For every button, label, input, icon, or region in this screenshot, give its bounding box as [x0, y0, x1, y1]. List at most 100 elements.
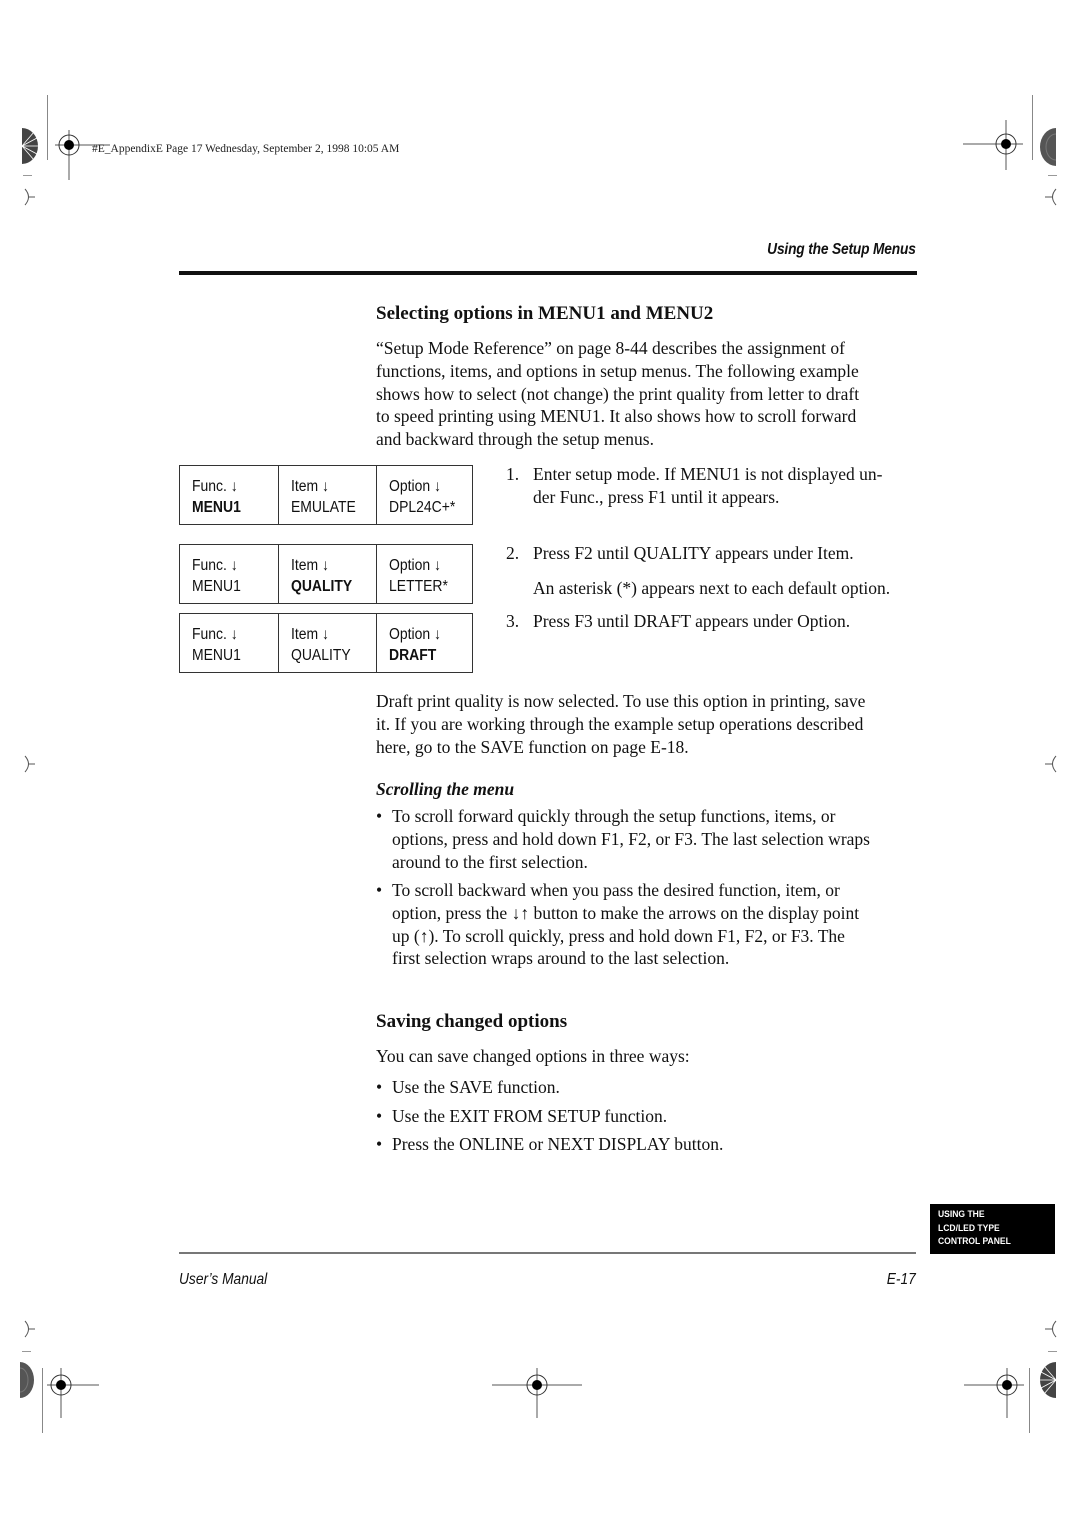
chapter-tab: USING THE LCD/LED TYPE CONTROL PANEL: [930, 1204, 1055, 1254]
crop-arc-icon: [22, 1320, 36, 1343]
text-line: options, press and hold down F1, F2, or …: [392, 828, 870, 849]
lcd-display-example-3: Func. ↓ MENU1 Item ↓ QUALITY Option ↓ DRAFT: [179, 613, 473, 673]
text-line: “Setup Mode Reference” on page 8-44 desc…: [376, 338, 845, 358]
text-line: around to the first selection.: [392, 851, 588, 872]
registration-mark-top-left: [55, 130, 115, 180]
lcd-item-value: QUALITY: [291, 578, 353, 595]
crop-arc-icon: [1045, 1320, 1059, 1343]
lcd-option-value: DRAFT: [389, 647, 437, 664]
lcd-item-label: Item ↓: [291, 478, 329, 495]
text-line: To scroll forward quickly through the se…: [392, 806, 836, 826]
text-line: Enter setup mode. If MENU1 is not displa…: [533, 464, 883, 484]
lcd-item-value: QUALITY: [291, 647, 351, 664]
bullet-item: • Use the EXIT FROM SETUP function.: [376, 1102, 921, 1131]
crop-line: [1032, 95, 1033, 160]
step-note: An asterisk (*) appears next to each def…: [533, 577, 891, 598]
crop-tick: [1048, 175, 1057, 176]
lcd-func-label: Func. ↓: [192, 478, 238, 495]
section-heading-saving-changed-options: Saving changed options: [376, 1011, 568, 1032]
lcd-func-value: MENU1: [192, 499, 241, 516]
text-line: Press F2 until QUALITY appears under Ite…: [533, 543, 854, 563]
footer-manual-title: User’s Manual: [179, 1271, 268, 1288]
lcd-option-label: Option ↓: [389, 478, 441, 495]
step-1: 1. Enter setup mode. If MENU1 is not dis…: [506, 463, 926, 509]
lcd-option-label: Option ↓: [389, 557, 441, 574]
lcd-option-cell: Option ↓ DRAFT: [376, 614, 472, 672]
step-number: 2.: [506, 543, 520, 563]
bullet-item: • To scroll forward quickly through the …: [376, 805, 921, 873]
color-bar-bottom-left-icon: [19, 1362, 34, 1403]
saving-intro: You can save changed options in three wa…: [376, 1046, 690, 1066]
text-line: To scroll backward when you pass the des…: [392, 880, 840, 900]
crop-tick: [23, 175, 32, 176]
text-line: functions, items, and options in setup m…: [376, 360, 859, 381]
subheading-scrolling-the-menu: Scrolling the menu: [376, 779, 515, 799]
lcd-option-value: DPL24C+*: [389, 499, 456, 516]
tab-line: USING THE: [938, 1209, 985, 1220]
lcd-func-value: MENU1: [192, 578, 241, 595]
registration-mark-bottom-right: [964, 1368, 1034, 1418]
draft-paragraph: Draft print quality is now selected. To …: [376, 690, 921, 758]
text-line: shows how to select (not change) the pri…: [376, 383, 860, 404]
lcd-display-example-1: Func. ↓ MENU1 Item ↓ EMULATE Option ↓ DPL24…: [179, 465, 473, 525]
lcd-item-value: EMULATE: [291, 499, 356, 516]
text-line: and backward through the setup menus.: [376, 429, 654, 450]
text-line: to speed printing using MENU1. It also s…: [376, 406, 857, 427]
step-text: Press F2 until QUALITY appears under Ite…: [533, 542, 923, 599]
lcd-item-label: Item ↓: [291, 626, 329, 643]
bullet-text: Use the EXIT FROM SETUP function.: [392, 1105, 668, 1126]
text-line: Draft print quality is now selected. To …: [376, 691, 866, 711]
lcd-func-cell: Func. ↓ MENU1: [180, 466, 278, 524]
lcd-item-cell: Item ↓ QUALITY: [278, 614, 376, 672]
lcd-display-example-2: Func. ↓ MENU1 Item ↓ QUALITY Option ↓ LETTE…: [179, 544, 473, 604]
scrolling-bullet-1: • To scroll forward quickly through the …: [376, 805, 921, 873]
lcd-option-cell: Option ↓ LETTER*: [376, 545, 472, 603]
crop-line: [47, 95, 48, 160]
bullet-text: Press the ONLINE or NEXT DISPLAY button.: [392, 1134, 724, 1154]
bullet-icon: •: [376, 880, 383, 900]
step-2: 2. Press F2 until QUALITY appears under …: [506, 542, 926, 602]
step-3: 3. Press F3 until DRAFT appears under Op…: [506, 610, 926, 634]
tab-line: CONTROL PANEL: [938, 1236, 1011, 1247]
intro-paragraph: “Setup Mode Reference” on page 8-44 desc…: [376, 337, 921, 451]
bullet-text: Use the SAVE function.: [392, 1077, 560, 1097]
lcd-item-cell: Item ↓ EMULATE: [278, 466, 376, 524]
tab-line: LCD/LED TYPE: [938, 1222, 1000, 1234]
saving-bullets: • Use the SAVE function. • Use the EXIT FR…: [376, 1073, 921, 1159]
text-line: Press F3 until DRAFT appears under Optio…: [533, 611, 851, 631]
registration-mark-bottom-left: [47, 1368, 102, 1418]
bullet-icon: •: [376, 1134, 383, 1154]
step-text: Enter setup mode. If MENU1 is not displa…: [533, 463, 923, 508]
step-number: 1.: [506, 464, 520, 484]
color-bar-bottom-right-icon: [1040, 1362, 1057, 1403]
lcd-item-label: Item ↓: [291, 557, 329, 574]
text-line: first selection wraps around to the last…: [392, 948, 730, 969]
crop-line: [1029, 1368, 1030, 1433]
lcd-func-cell: Func. ↓ MENU1: [180, 614, 278, 672]
text-line: der Func., press F1 until it appears.: [533, 486, 780, 507]
lcd-option-value: LETTER*: [389, 578, 448, 595]
crop-arc-icon: [22, 188, 36, 211]
scrolling-bullet-2: • To scroll backward when you pass the d…: [376, 879, 921, 970]
bullet-icon: •: [376, 1077, 383, 1097]
bullet-item: • Use the SAVE function.: [376, 1073, 921, 1102]
text-line: option, press the ↓↑ button to make the …: [392, 902, 860, 923]
text-line: here, go to the SAVE function on page E-…: [376, 736, 689, 757]
crop-line: [42, 1368, 43, 1433]
crop-tick: [22, 1351, 31, 1352]
lcd-option-label: Option ↓: [389, 626, 441, 643]
page-number: E-17: [886, 1271, 916, 1288]
bullet-item: • To scroll backward when you pass the d…: [376, 879, 921, 970]
crop-arc-icon: [1045, 755, 1059, 778]
color-bar-top-right-icon: [1040, 128, 1057, 171]
lcd-option-cell: Option ↓ DPL24C+*: [376, 466, 472, 524]
color-bar-top-left-icon: [21, 128, 38, 169]
lcd-func-value: MENU1: [192, 647, 241, 664]
print-stamp: #E_AppendixE Page 17 Wednesday, Septembe…: [92, 143, 400, 155]
section-heading-selecting-options: Selecting options in MENU1 and MENU2: [376, 303, 714, 324]
step-text: Press F3 until DRAFT appears under Optio…: [533, 610, 923, 633]
lcd-item-cell: Item ↓ QUALITY: [278, 545, 376, 603]
text-line: up (↑). To scroll quickly, press and hol…: [392, 925, 845, 946]
step-number: 3.: [506, 611, 520, 631]
lcd-func-label: Func. ↓: [192, 557, 238, 574]
